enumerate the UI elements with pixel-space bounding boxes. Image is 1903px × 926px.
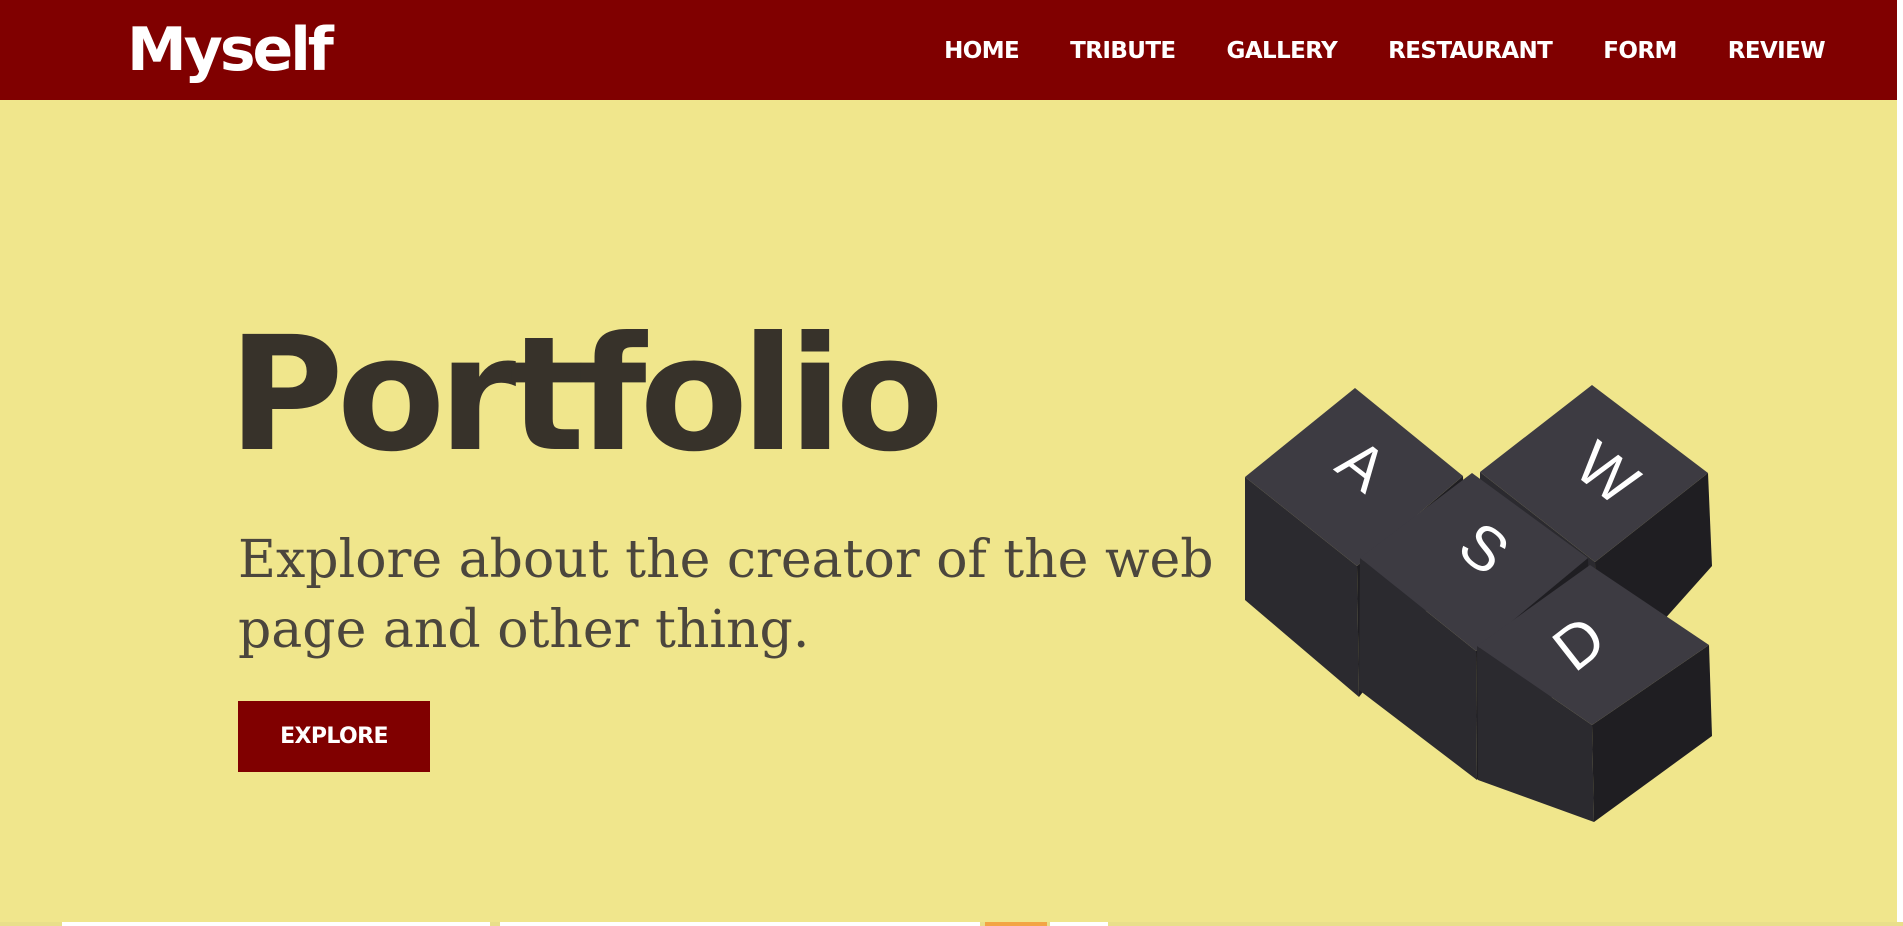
brand-logo[interactable]: Myself bbox=[127, 12, 334, 88]
wasd-keys-illustration: A W S D bbox=[1245, 385, 1712, 822]
nav-link-restaurant[interactable]: RESTAURANT bbox=[1388, 36, 1553, 66]
page-edge bbox=[1897, 0, 1903, 926]
nav-link-home[interactable]: HOME bbox=[944, 36, 1020, 66]
nav-link-form[interactable]: FORM bbox=[1603, 36, 1677, 66]
hero-subtitle: Explore about the creator of the web pag… bbox=[238, 530, 1214, 660]
nav-link-review[interactable]: REVIEW bbox=[1728, 36, 1826, 66]
nav-menu: HOME TRIBUTE GALLERY RESTAURANT FORM REV… bbox=[944, 36, 1825, 66]
hero-title: Portfolio bbox=[228, 303, 944, 487]
nav-link-gallery[interactable]: GALLERY bbox=[1227, 36, 1338, 66]
bottom-edge bbox=[0, 922, 1903, 926]
navbar: Myself HOME TRIBUTE GALLERY RESTAURANT F… bbox=[0, 0, 1903, 100]
nav-link-tribute[interactable]: TRIBUTE bbox=[1070, 36, 1176, 66]
explore-button[interactable]: EXPLORE bbox=[238, 701, 430, 772]
